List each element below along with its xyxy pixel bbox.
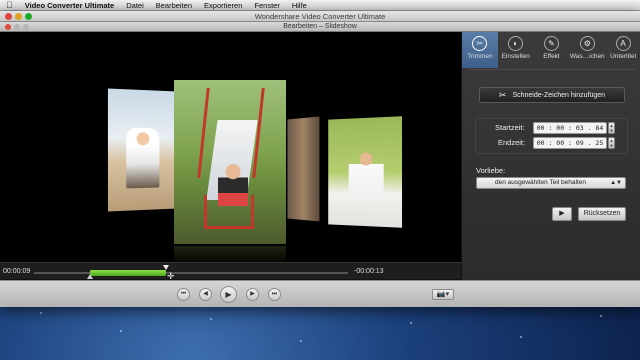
tab-einstellen[interactable]: ◐ Einstellen [498, 32, 534, 68]
skip-start-button[interactable]: ⏮ [177, 288, 190, 301]
panel-divider [468, 69, 635, 70]
menu-item-bearbeiten[interactable]: Bearbeiten [156, 1, 192, 10]
menu-item-datei[interactable]: Datei [126, 1, 144, 10]
editor-zoom-icon [23, 23, 29, 30]
current-time: 00:00:09 [3, 268, 31, 275]
menu-item-fenster[interactable]: Fenster [254, 1, 279, 10]
reset-button[interactable]: Rücksetzen [578, 207, 626, 221]
editor-title: Bearbeiten – Slideshow [283, 23, 357, 30]
end-time-label: Endzeit: [498, 138, 526, 147]
adjust-icon: ◐ [508, 36, 524, 51]
step-back-button[interactable]: ◀ [199, 288, 212, 301]
window-titlebar[interactable]: Wondershare Video Converter Ultimate [0, 11, 640, 22]
video-preview[interactable] [0, 32, 461, 262]
slideshow-photo-slide [174, 80, 286, 244]
slideshow-photo-beach [107, 88, 175, 212]
trim-selection[interactable] [90, 270, 166, 276]
tab-wasserzeichen[interactable]: ⚙ Was…ichen [569, 32, 605, 68]
trim-start-handle[interactable] [87, 274, 93, 279]
menu-item-hilfe[interactable]: Hilfe [292, 1, 307, 10]
tab-trimmen[interactable]: ✂ Trimmen [462, 32, 498, 68]
menu-item-exportieren[interactable]: Exportieren [204, 1, 242, 10]
watermark-icon: ⚙ [579, 36, 595, 51]
photo-reflection [174, 246, 286, 262]
main-window: Wondershare Video Converter Ultimate Bea… [0, 11, 640, 307]
zoom-window-icon[interactable] [25, 13, 32, 20]
add-cut-marker-button[interactable]: ✂ Schneide-Zeichen hinzufügen [479, 87, 625, 103]
apply-trim-button[interactable]: ▶ [552, 207, 572, 221]
editor-minimize-icon [14, 23, 20, 30]
timeline-track[interactable] [34, 272, 348, 274]
step-forward-button[interactable]: ▶ [246, 288, 259, 301]
subtitle-icon: A [615, 36, 631, 51]
end-time-field[interactable]: 00 : 00 : 09 . 25 [533, 137, 607, 149]
start-time-label: Startzeit: [495, 123, 525, 132]
playhead[interactable] [163, 265, 169, 270]
slideshow-photo-side [287, 116, 320, 222]
play-button[interactable]: ▶ [220, 286, 237, 303]
start-time-stepper[interactable]: ▲ ▼ [608, 122, 615, 134]
app-menu[interactable]: Video Converter Ultimate [25, 1, 114, 10]
playback-controls: ⏮ ◀ ▶ ▶ ⏭ 📷▾ [0, 280, 640, 307]
editor-titlebar[interactable]: Bearbeiten – Slideshow [0, 22, 640, 32]
menu-bar:  Video Converter Ultimate Datei Bearbei… [0, 0, 640, 11]
remaining-time: -00:00:13 [354, 268, 384, 275]
edit-panel: ✂ Trimmen ◐ Einstellen ✎ Effekt ⚙ Was…ic… [461, 32, 640, 280]
end-time-stepper[interactable]: ▲ ▼ [608, 137, 615, 149]
effect-icon: ✎ [543, 36, 559, 51]
snapshot-camera-button[interactable]: 📷▾ [432, 289, 454, 300]
preference-select[interactable]: den ausgewählten Teil behalten ▲▼ [476, 177, 626, 189]
start-time-field[interactable]: 00 : 00 : 03 . 84 [533, 122, 607, 134]
apple-menu-icon[interactable]:  [6, 0, 13, 10]
skip-end-button[interactable]: ⏭ [268, 288, 281, 301]
tab-effekt[interactable]: ✎ Effekt [534, 32, 570, 68]
scissors-plus-icon: ✂ [498, 89, 507, 100]
timeline-bar: 00:00:09 ✛ -00:00:13 [0, 262, 461, 281]
tab-untertitel[interactable]: A Untertitel [605, 32, 640, 68]
scissors-icon: ✂ [472, 36, 488, 51]
preference-label: Vorliebe: [476, 166, 506, 175]
close-window-icon[interactable] [5, 13, 12, 20]
minimize-window-icon[interactable] [15, 13, 22, 20]
editor-close-icon[interactable] [5, 23, 11, 30]
edit-tabs: ✂ Trimmen ◐ Einstellen ✎ Effekt ⚙ Was…ic… [462, 32, 640, 68]
chevron-updown-icon: ▲▼ [610, 180, 622, 186]
window-title: Wondershare Video Converter Ultimate [254, 12, 386, 21]
slideshow-photo-man [328, 116, 403, 228]
